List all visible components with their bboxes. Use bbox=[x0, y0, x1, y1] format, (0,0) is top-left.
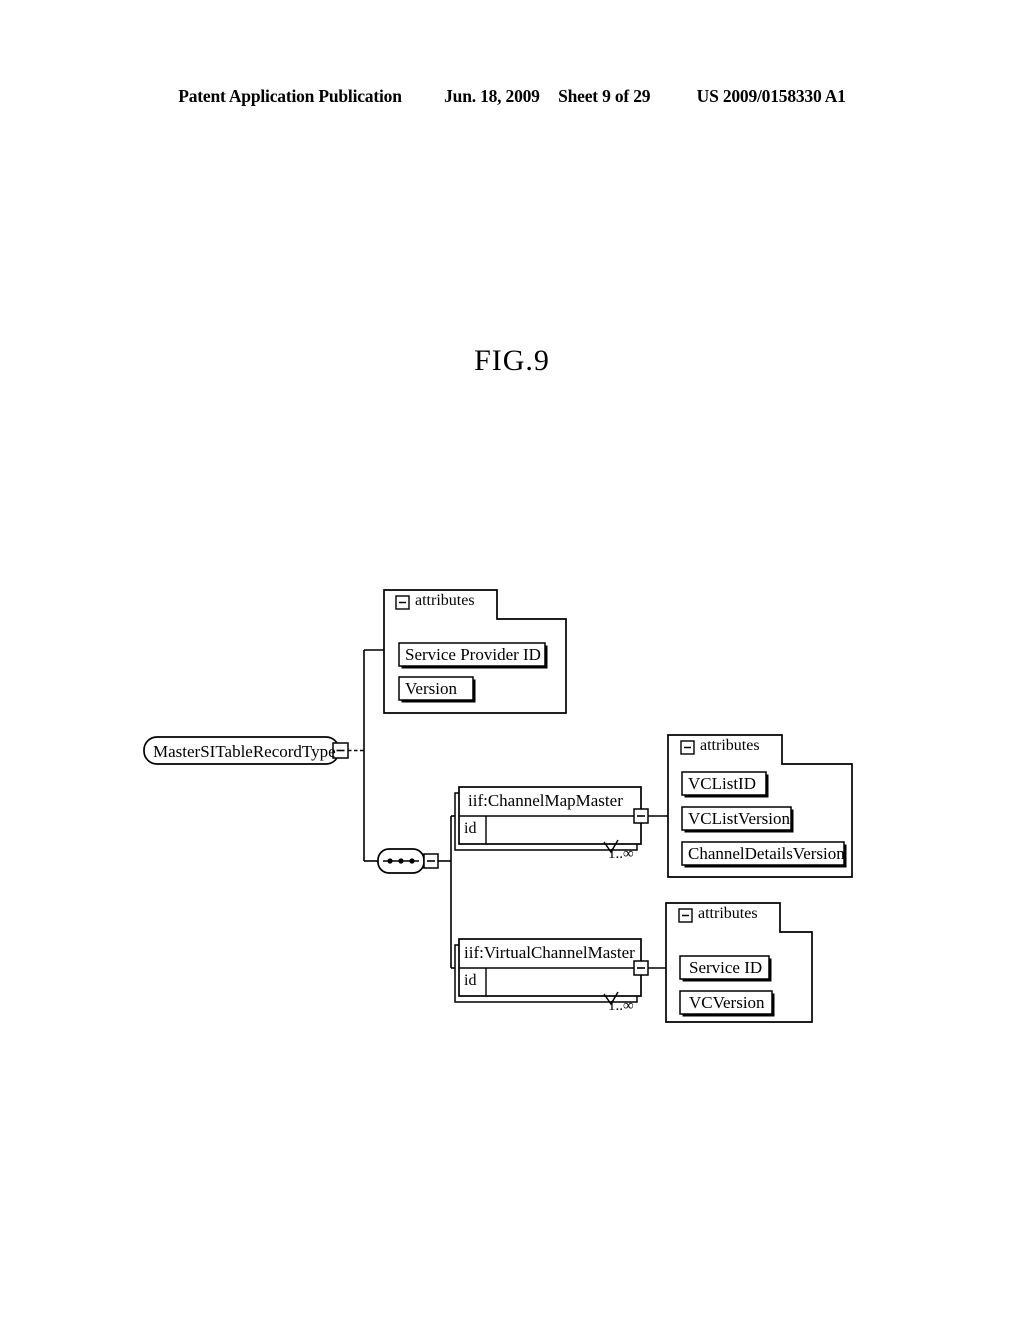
compositor-dot-2 bbox=[398, 858, 404, 864]
attribute-label-service-provider-id[interactable]: Service Provider ID bbox=[405, 645, 541, 665]
attribute-label-channeldetailsversion[interactable]: ChannelDetailsVersion bbox=[688, 844, 845, 864]
schema-diagram: MasterSITableRecordType attributes Servi… bbox=[0, 0, 1024, 1320]
attribute-label-version[interactable]: Version bbox=[405, 679, 457, 699]
element-field-channelmapmaster-id: id bbox=[464, 820, 477, 837]
attribute-label-vclistversion[interactable]: VCListVersion bbox=[688, 809, 790, 829]
attribute-label-service-id[interactable]: Service ID bbox=[689, 958, 762, 978]
compositor-dot-1 bbox=[387, 858, 393, 864]
element-label-channelmapmaster[interactable]: iif:ChannelMapMaster bbox=[468, 791, 623, 811]
attribute-label-vclistid[interactable]: VCListID bbox=[688, 774, 756, 794]
attribute-label-vcversion[interactable]: VCVersion bbox=[689, 993, 765, 1013]
compositor-dot-3 bbox=[409, 858, 415, 864]
cardinality-channelmapmaster: 1..∞ bbox=[608, 846, 634, 862]
root-node-label[interactable]: MasterSITableRecordType bbox=[153, 742, 336, 762]
vcm-attributes-header-label: attributes bbox=[698, 905, 758, 922]
element-field-virtualchannelmaster-id: id bbox=[464, 972, 477, 989]
cmm-attributes-header-label: attributes bbox=[700, 737, 760, 754]
element-label-virtualchannelmaster[interactable]: iif:VirtualChannelMaster bbox=[464, 943, 635, 963]
cardinality-virtualchannelmaster: 1..∞ bbox=[608, 998, 634, 1014]
root-attributes-header-label: attributes bbox=[415, 592, 475, 609]
